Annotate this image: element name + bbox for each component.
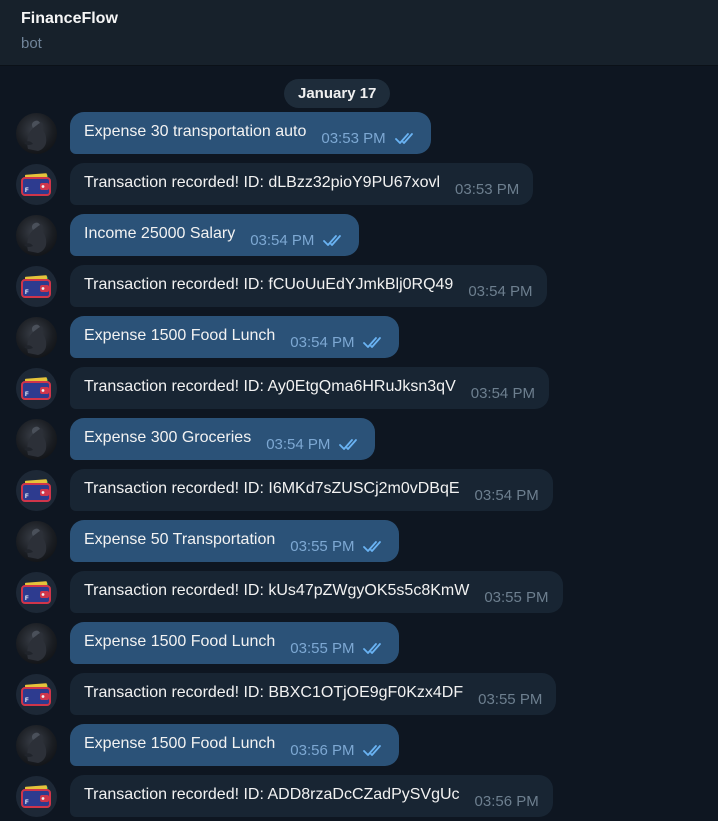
message-bubble[interactable]: Transaction recorded! ID: ADD8rzaDcCZadP… <box>70 775 553 817</box>
user-avatar-icon[interactable] <box>16 623 57 664</box>
outgoing-message[interactable]: Income 25000 Salary 03:54 PM <box>0 214 718 256</box>
chat-title[interactable]: FinanceFlow <box>21 10 118 28</box>
wallet-icon[interactable]: F <box>16 674 57 715</box>
outgoing-message[interactable]: Expense 1500 Food Lunch 03:55 PM <box>0 622 718 664</box>
message-text: Transaction recorded! ID: BBXC1OTjOE9gF0… <box>84 684 464 701</box>
incoming-message[interactable]: F Transaction recorded! ID: kUs47pZWgyOK5… <box>0 571 718 613</box>
svg-text:F: F <box>25 494 29 500</box>
message-bubble[interactable]: Transaction recorded! ID: Ay0EtgQma6HRuJ… <box>70 367 549 409</box>
message-time: 03:56 PM <box>290 741 355 759</box>
user-avatar-icon[interactable] <box>16 419 57 460</box>
double-check-icon <box>363 641 385 655</box>
user-avatar-icon[interactable] <box>16 215 57 256</box>
message-bubble[interactable]: Expense 1500 Food Lunch 03:55 PM <box>70 622 400 664</box>
message-bubble[interactable]: Expense 30 transportation auto 03:53 PM <box>70 112 431 154</box>
wallet-icon[interactable]: F <box>16 572 57 613</box>
incoming-message[interactable]: F Transaction recorded! ID: BBXC1OTjOE9gF… <box>0 673 718 715</box>
message-list[interactable]: January 17 Expense 30 transportation aut… <box>0 66 718 821</box>
message-time: 03:54 PM <box>474 486 539 504</box>
message-text: Income 25000 Salary <box>84 225 236 242</box>
double-check-icon <box>363 335 385 349</box>
user-avatar-icon[interactable] <box>16 725 57 766</box>
message-bubble[interactable]: Expense 300 Groceries 03:54 PM <box>70 418 376 460</box>
message-time: 03:54 PM <box>250 231 315 249</box>
svg-text:F: F <box>25 290 29 296</box>
message-time: 03:55 PM <box>484 588 549 606</box>
outgoing-message[interactable]: Expense 300 Groceries 03:54 PM <box>0 418 718 460</box>
message-text: Expense 1500 Food Lunch <box>84 327 276 344</box>
message-text: Expense 1500 Food Lunch <box>84 735 276 752</box>
message-text: Expense 300 Groceries <box>84 429 252 446</box>
incoming-message[interactable]: F Transaction recorded! ID: Ay0EtgQma6HRu… <box>0 367 718 409</box>
message-time: 03:54 PM <box>266 435 331 453</box>
message-text: Expense 50 Transportation <box>84 531 276 548</box>
message-time: 03:53 PM <box>455 180 520 198</box>
message-text: Transaction recorded! ID: Ay0EtgQma6HRuJ… <box>84 378 456 395</box>
incoming-message[interactable]: F Transaction recorded! ID: ADD8rzaDcCZad… <box>0 775 718 817</box>
message-bubble[interactable]: Transaction recorded! ID: fCUoUuEdYJmkBl… <box>70 265 547 307</box>
wallet-icon[interactable]: F <box>16 266 57 307</box>
message-text: Transaction recorded! ID: fCUoUuEdYJmkBl… <box>84 276 454 293</box>
outgoing-message[interactable]: Expense 30 transportation auto 03:53 PM <box>0 112 718 154</box>
double-check-icon <box>394 131 417 145</box>
message-text: Expense 1500 Food Lunch <box>84 633 276 650</box>
chat-header[interactable]: FinanceFlow bot <box>0 0 718 66</box>
message-time: 03:55 PM <box>290 537 355 555</box>
svg-text:F: F <box>25 800 29 806</box>
outgoing-message[interactable]: Expense 1500 Food Lunch 03:54 PM <box>0 316 718 358</box>
outgoing-message[interactable]: Expense 1500 Food Lunch 03:56 PM <box>0 724 718 766</box>
double-check-icon <box>363 743 385 757</box>
double-check-icon <box>339 437 361 451</box>
message-text: Transaction recorded! ID: ADD8rzaDcCZadP… <box>84 786 460 803</box>
message-bubble[interactable]: Transaction recorded! ID: BBXC1OTjOE9gF0… <box>70 673 557 715</box>
message-time: 03:54 PM <box>470 384 535 402</box>
message-time: 03:56 PM <box>474 792 539 810</box>
user-avatar-icon[interactable] <box>16 521 57 562</box>
message-bubble[interactable]: Expense 1500 Food Lunch 03:56 PM <box>70 724 400 766</box>
message-text: Transaction recorded! ID: kUs47pZWgyOK5s… <box>84 582 470 599</box>
message-time: 03:53 PM <box>321 129 386 147</box>
message-time: 03:55 PM <box>290 639 355 657</box>
message-text: Transaction recorded! ID: I6MKd7sZUSCj2m… <box>84 480 460 497</box>
user-avatar-icon[interactable] <box>16 113 57 154</box>
message-bubble[interactable]: Expense 50 Transportation 03:55 PM <box>70 520 400 562</box>
chat-subtitle: bot <box>21 35 42 52</box>
message-text: Expense 30 transportation auto <box>84 123 307 140</box>
message-time: 03:54 PM <box>290 333 355 351</box>
date-separator: January 17 <box>284 79 391 108</box>
message-bubble[interactable]: Transaction recorded! ID: dLBzz32pioY9PU… <box>70 163 534 205</box>
message-bubble[interactable]: Income 25000 Salary 03:54 PM <box>70 214 360 256</box>
user-avatar-icon[interactable] <box>16 317 57 358</box>
svg-text:F: F <box>25 188 29 194</box>
message-bubble[interactable]: Transaction recorded! ID: kUs47pZWgyOK5s… <box>70 571 563 613</box>
svg-text:F: F <box>25 392 29 398</box>
wallet-icon[interactable]: F <box>16 776 57 817</box>
message-time: 03:55 PM <box>478 690 543 708</box>
wallet-icon[interactable]: F <box>16 164 57 205</box>
svg-text:F: F <box>25 698 29 704</box>
svg-text:F: F <box>25 596 29 602</box>
chat-window: FinanceFlow bot January 17 Expense 30 tr… <box>0 0 718 821</box>
message-bubble[interactable]: Transaction recorded! ID: I6MKd7sZUSCj2m… <box>70 469 553 511</box>
wallet-icon[interactable]: F <box>16 470 57 511</box>
message-time: 03:54 PM <box>468 282 533 300</box>
double-check-icon <box>363 539 385 553</box>
outgoing-message[interactable]: Expense 50 Transportation 03:55 PM <box>0 520 718 562</box>
double-check-icon <box>323 233 345 247</box>
incoming-message[interactable]: F Transaction recorded! ID: I6MKd7sZUSCj2… <box>0 469 718 511</box>
incoming-message[interactable]: F Transaction recorded! ID: dLBzz32pioY9P… <box>0 163 718 205</box>
wallet-icon[interactable]: F <box>16 368 57 409</box>
message-text: Transaction recorded! ID: dLBzz32pioY9PU… <box>84 174 441 191</box>
message-bubble[interactable]: Expense 1500 Food Lunch 03:54 PM <box>70 316 400 358</box>
incoming-message[interactable]: F Transaction recorded! ID: fCUoUuEdYJmkB… <box>0 265 718 307</box>
